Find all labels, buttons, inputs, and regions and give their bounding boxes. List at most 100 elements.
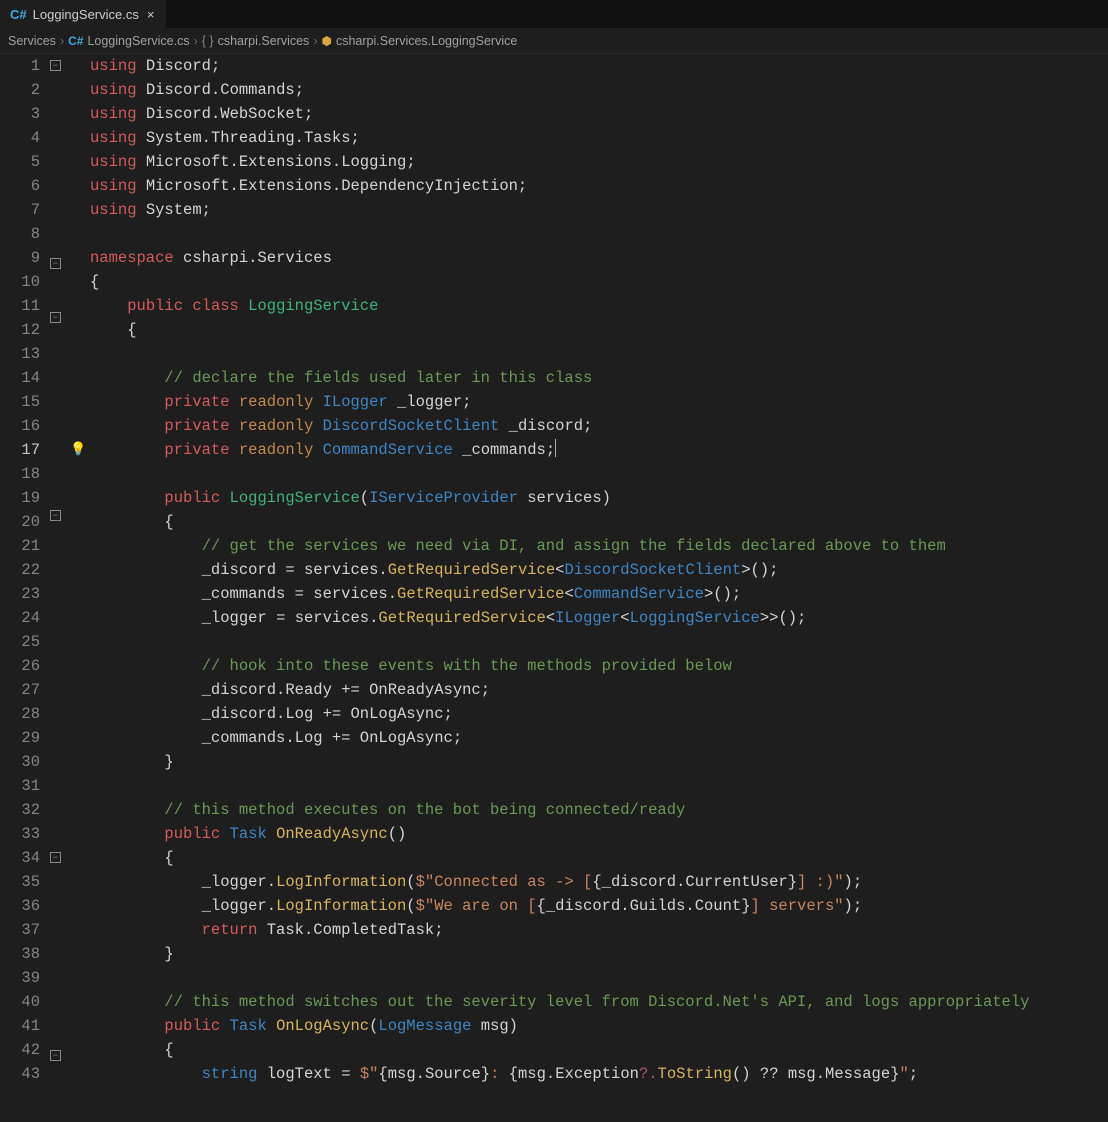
code-line[interactable]: // declare the fields used later in this… (90, 366, 1108, 390)
code-line[interactable]: private readonly DiscordSocketClient _di… (90, 414, 1108, 438)
line-number[interactable]: 2 (0, 78, 40, 102)
fold-toggle-icon[interactable] (50, 60, 61, 71)
line-number[interactable]: 3 (0, 102, 40, 126)
line-number[interactable]: 5 (0, 150, 40, 174)
breadcrumb-segment[interactable]: LoggingService.cs (87, 34, 189, 48)
code-line[interactable] (90, 342, 1108, 366)
code-line[interactable]: private readonly ILogger _logger; (90, 390, 1108, 414)
line-number[interactable]: 20 (0, 510, 40, 534)
code-line[interactable]: { (90, 270, 1108, 294)
line-number[interactable]: 11 (0, 294, 40, 318)
line-number[interactable]: 12 (0, 318, 40, 342)
code-line[interactable]: { (90, 846, 1108, 870)
line-number[interactable]: 26 (0, 654, 40, 678)
code-line[interactable] (90, 774, 1108, 798)
code-line[interactable]: using Microsoft.Extensions.DependencyInj… (90, 174, 1108, 198)
code-line[interactable]: } (90, 942, 1108, 966)
line-number[interactable]: 10 (0, 270, 40, 294)
code-line[interactable]: public Task OnLogAsync(LogMessage msg) (90, 1014, 1108, 1038)
line-number[interactable]: 43 (0, 1062, 40, 1086)
line-number[interactable]: 4 (0, 126, 40, 150)
line-number[interactable]: 8 (0, 222, 40, 246)
code-line[interactable]: // hook into these events with the metho… (90, 654, 1108, 678)
line-number-gutter[interactable]: 1234567891011121314151617181920212223242… (0, 54, 50, 1086)
line-number[interactable]: 16 (0, 414, 40, 438)
code-line[interactable]: // this method switches out the severity… (90, 990, 1108, 1014)
line-number[interactable]: 1 (0, 54, 40, 78)
fold-toggle-icon[interactable] (50, 258, 61, 269)
fold-toggle-icon[interactable] (50, 1050, 61, 1061)
code-area[interactable]: using Discord;using Discord.Commands;usi… (90, 54, 1108, 1086)
line-number[interactable]: 42 (0, 1038, 40, 1062)
line-number[interactable]: 33 (0, 822, 40, 846)
line-number[interactable]: 41 (0, 1014, 40, 1038)
code-line[interactable]: _discord.Log += OnLogAsync; (90, 702, 1108, 726)
line-number[interactable]: 23 (0, 582, 40, 606)
breadcrumb-segment[interactable]: csharpi.Services (218, 34, 310, 48)
line-number[interactable]: 38 (0, 942, 40, 966)
line-number[interactable]: 32 (0, 798, 40, 822)
code-line[interactable]: using System; (90, 198, 1108, 222)
code-line[interactable]: // this method executes on the bot being… (90, 798, 1108, 822)
code-line[interactable]: using System.Threading.Tasks; (90, 126, 1108, 150)
fold-toggle-icon[interactable] (50, 510, 61, 521)
line-number[interactable]: 18 (0, 462, 40, 486)
line-number[interactable]: 17 (0, 438, 40, 462)
code-line[interactable]: using Microsoft.Extensions.Logging; (90, 150, 1108, 174)
code-line[interactable]: _commands = services.GetRequiredService<… (90, 582, 1108, 606)
code-line[interactable]: { (90, 1038, 1108, 1062)
line-number[interactable]: 6 (0, 174, 40, 198)
line-number[interactable]: 39 (0, 966, 40, 990)
line-number[interactable]: 19 (0, 486, 40, 510)
line-number[interactable]: 37 (0, 918, 40, 942)
code-line[interactable]: _discord = services.GetRequiredService<D… (90, 558, 1108, 582)
code-line[interactable] (90, 630, 1108, 654)
line-number[interactable]: 31 (0, 774, 40, 798)
line-number[interactable]: 29 (0, 726, 40, 750)
code-line[interactable]: using Discord.WebSocket; (90, 102, 1108, 126)
line-number[interactable]: 28 (0, 702, 40, 726)
fold-toggle-icon[interactable] (50, 852, 61, 863)
line-number[interactable]: 27 (0, 678, 40, 702)
line-number[interactable]: 35 (0, 870, 40, 894)
line-number[interactable]: 15 (0, 390, 40, 414)
fold-column[interactable] (50, 54, 68, 1086)
code-line[interactable]: { (90, 510, 1108, 534)
code-line[interactable] (90, 222, 1108, 246)
code-line[interactable]: _logger.LogInformation($"We are on [{_di… (90, 894, 1108, 918)
code-line[interactable]: return Task.CompletedTask; (90, 918, 1108, 942)
code-line[interactable]: _logger = services.GetRequiredService<IL… (90, 606, 1108, 630)
line-number[interactable]: 22 (0, 558, 40, 582)
close-icon[interactable]: × (145, 7, 157, 22)
code-line[interactable]: { (90, 318, 1108, 342)
line-number[interactable]: 21 (0, 534, 40, 558)
line-number[interactable]: 9 (0, 246, 40, 270)
code-line[interactable]: string logText = $"{msg.Source}: {msg.Ex… (90, 1062, 1108, 1086)
line-number[interactable]: 25 (0, 630, 40, 654)
code-line[interactable]: public class LoggingService (90, 294, 1108, 318)
code-line[interactable]: private readonly CommandService _command… (90, 438, 1108, 462)
code-line[interactable]: _commands.Log += OnLogAsync; (90, 726, 1108, 750)
line-number[interactable]: 24 (0, 606, 40, 630)
code-line[interactable]: // get the services we need via DI, and … (90, 534, 1108, 558)
code-line[interactable]: public LoggingService(IServiceProvider s… (90, 486, 1108, 510)
code-editor[interactable]: 1234567891011121314151617181920212223242… (0, 54, 1108, 1086)
code-line[interactable]: using Discord.Commands; (90, 78, 1108, 102)
code-line[interactable]: } (90, 750, 1108, 774)
line-number[interactable]: 34 (0, 846, 40, 870)
editor-tab-active[interactable]: C# LoggingService.cs × (0, 0, 167, 28)
lightbulb-icon[interactable]: 💡 (70, 438, 86, 462)
line-number[interactable]: 13 (0, 342, 40, 366)
code-line[interactable]: _discord.Ready += OnReadyAsync; (90, 678, 1108, 702)
code-line[interactable]: using Discord; (90, 54, 1108, 78)
line-number[interactable]: 30 (0, 750, 40, 774)
code-line[interactable]: _logger.LogInformation($"Connected as ->… (90, 870, 1108, 894)
fold-toggle-icon[interactable] (50, 312, 61, 323)
code-line[interactable]: public Task OnReadyAsync() (90, 822, 1108, 846)
code-line[interactable] (90, 966, 1108, 990)
breadcrumb-segment[interactable]: Services (8, 34, 56, 48)
code-line[interactable]: namespace csharpi.Services (90, 246, 1108, 270)
line-number[interactable]: 14 (0, 366, 40, 390)
code-line[interactable] (90, 462, 1108, 486)
breadcrumb-segment[interactable]: csharpi.Services.LoggingService (336, 34, 517, 48)
